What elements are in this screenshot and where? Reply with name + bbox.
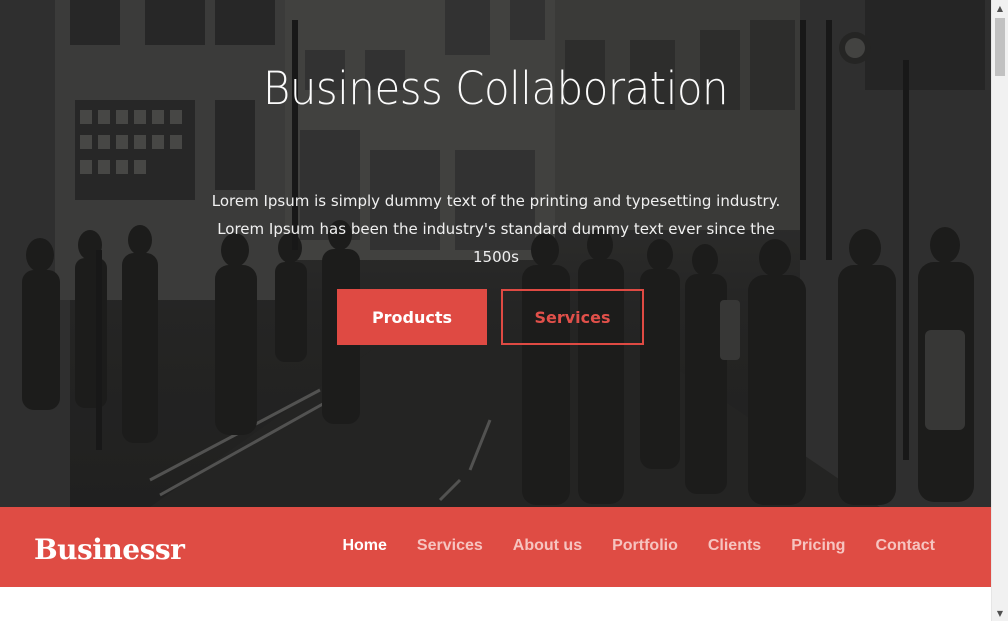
services-button[interactable]: Services: [501, 289, 644, 345]
content-area: [0, 587, 991, 621]
hero-section: Business Collaboration Lorem Ipsum is si…: [0, 0, 991, 507]
hero-content: Business Collaboration Lorem Ipsum is si…: [0, 0, 991, 507]
hero-description: Lorem Ipsum is simply dummy text of the …: [211, 192, 781, 266]
nav-menu: Home Services About us Portfolio Clients…: [342, 537, 935, 555]
products-button[interactable]: Products: [337, 289, 487, 345]
scroll-up-icon[interactable]: ▲: [992, 0, 1008, 16]
nav-item-home[interactable]: Home: [342, 537, 386, 555]
site-logo[interactable]: Businessr: [34, 535, 185, 565]
nav-item-about-us[interactable]: About us: [513, 537, 582, 555]
main-navbar: Businessr Home Services About us Portfol…: [0, 507, 991, 587]
hero-title: Business Collaboration: [262, 62, 729, 115]
nav-item-contact[interactable]: Contact: [875, 537, 935, 555]
scrollbar-thumb[interactable]: [995, 18, 1005, 76]
nav-item-services[interactable]: Services: [417, 537, 483, 555]
vertical-scrollbar[interactable]: ▲ ▼: [991, 0, 1008, 621]
nav-item-portfolio[interactable]: Portfolio: [612, 537, 678, 555]
nav-item-pricing[interactable]: Pricing: [791, 537, 845, 555]
scroll-down-icon[interactable]: ▼: [992, 605, 1008, 621]
nav-item-clients[interactable]: Clients: [708, 537, 761, 555]
